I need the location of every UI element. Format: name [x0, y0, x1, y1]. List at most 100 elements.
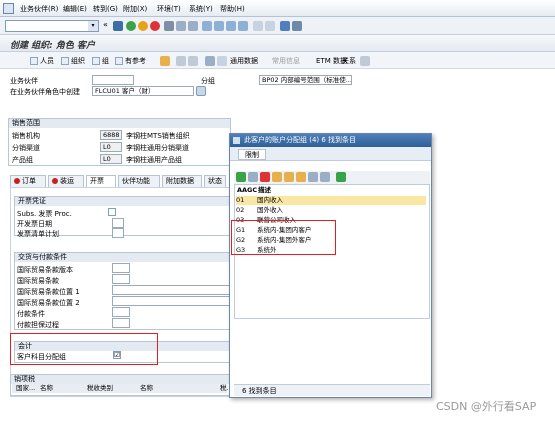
chevron-down-icon[interactable]: ▾	[88, 21, 98, 31]
col-description: 描述	[258, 186, 271, 194]
general-data-button[interactable]: 通用数据	[230, 56, 258, 66]
print-icon[interactable]	[164, 21, 174, 31]
edit-icon[interactable]	[205, 56, 215, 66]
invoice-dates-input[interactable]	[112, 218, 124, 228]
tax-col-category: 税收类别	[87, 384, 113, 392]
delivery-title: 交货与付款条件	[15, 253, 231, 262]
sales-org-desc: 李钢柱MTS销售组织	[126, 132, 190, 140]
tab-partner-functions[interactable]: 伙伴功能	[118, 175, 160, 187]
print-icon[interactable]	[308, 172, 318, 182]
organization-icon	[61, 57, 69, 65]
channel-desc: 李钢柱通用分销渠道	[126, 144, 189, 152]
incoterms-loc2-input[interactable]	[112, 296, 230, 306]
close-icon[interactable]	[260, 172, 270, 182]
subs-invoice-checkbox[interactable]	[108, 208, 116, 216]
menu-edit[interactable]: 编辑(E)	[63, 4, 87, 14]
list-item[interactable]: 02 国外收入	[236, 206, 426, 215]
find-next-icon[interactable]	[188, 21, 198, 31]
payment-terms-input[interactable]	[112, 307, 130, 317]
display-icon[interactable]	[248, 172, 258, 182]
prev-icon[interactable]	[176, 56, 186, 66]
command-field[interactable]: ▾	[5, 20, 99, 32]
page-title: 创建 组织: 角色 客户	[10, 41, 95, 51]
popup-window-icon	[233, 137, 240, 144]
personal-list-icon[interactable]	[336, 172, 346, 182]
layout-icon[interactable]	[292, 21, 302, 31]
payment-terms-label: 付款条件	[17, 310, 45, 318]
bp-input[interactable]	[92, 75, 134, 85]
popup-title: 此客户的账户分配组 (4) 6 找到条目	[230, 134, 431, 147]
find-icon[interactable]	[176, 21, 186, 31]
tab-additional-data[interactable]: 附加数据	[162, 175, 202, 187]
sort-desc-icon[interactable]	[284, 172, 294, 182]
with-reference-button[interactable]: 有参考	[115, 56, 146, 66]
highlight-box-popup	[231, 220, 336, 255]
relationships-button[interactable]: 关系	[342, 56, 356, 66]
role-label: 在业务伙伴角色中创建	[10, 88, 80, 96]
invoice-list-label: 发票清单计划	[17, 230, 59, 238]
help-icon[interactable]	[280, 21, 290, 31]
menu-extras[interactable]: 附加(X)	[123, 4, 147, 14]
popup-tab-strip: 限制	[230, 147, 431, 161]
group-select[interactable]: BP02 内部编号范围（标准使...	[259, 75, 352, 85]
export-icon[interactable]	[320, 172, 330, 182]
save-icon[interactable]	[113, 21, 123, 31]
confirm-icon[interactable]	[236, 172, 246, 182]
organization-button[interactable]: 组织	[61, 56, 85, 66]
billing-title: 开票凭证	[15, 197, 231, 206]
tab-restrictions[interactable]: 限制	[238, 149, 266, 160]
list-item[interactable]: 01 国内收入	[236, 196, 426, 205]
back-arrows-icon[interactable]: «	[103, 20, 108, 29]
cancel-icon[interactable]	[150, 21, 160, 31]
invoice-list-input[interactable]	[112, 228, 124, 238]
exit-icon[interactable]	[138, 21, 148, 31]
standard-toolbar: ▾ «	[0, 17, 555, 35]
application-toolbar: 人员 组织 组 有参考 通用数据 常用信息 ETM 数据 关系	[0, 52, 555, 69]
menu-partner[interactable]: 业务伙伴(R)	[20, 4, 58, 14]
next-icon[interactable]	[188, 56, 198, 66]
incoterms-loc1-input[interactable]	[112, 285, 230, 295]
menu-bar: 业务伙伴(R) 编辑(E) 转到(G) 附加(X) 环境(T) 系统(Y) 帮助…	[0, 0, 555, 17]
incoterms-version-input[interactable]	[112, 263, 130, 273]
group-button[interactable]: 组	[92, 56, 109, 66]
filter-icon[interactable]	[296, 172, 306, 182]
open-icon[interactable]	[160, 56, 170, 66]
group-icon	[92, 57, 100, 65]
shortcut-icon[interactable]	[265, 21, 275, 31]
more-icon[interactable]	[360, 56, 370, 66]
subs-invoice-label: Subs. 发票 Proc.	[17, 210, 72, 218]
payment-guarantee-input[interactable]	[112, 318, 130, 328]
back-icon[interactable]	[126, 21, 136, 31]
prev-page-icon[interactable]	[214, 21, 224, 31]
person-button[interactable]: 人员	[30, 56, 54, 66]
next-page-icon[interactable]	[226, 21, 236, 31]
tax-col-country: 国家...	[16, 384, 36, 392]
first-page-icon[interactable]	[202, 21, 212, 31]
tax-header-row: 国家... 名称 税收类别 名称 税...	[12, 384, 233, 393]
common-info-button[interactable]: 常用信息	[272, 56, 300, 66]
role-select[interactable]: FLCU01 客户（财）	[92, 86, 194, 96]
app-icon[interactable]	[3, 3, 14, 14]
incoterms-label: 国际贸易条款	[17, 277, 59, 285]
menu-system[interactable]: 系统(Y)	[189, 4, 213, 14]
menu-goto[interactable]: 转到(G)	[93, 4, 118, 14]
tab-status[interactable]: 状态	[204, 175, 226, 187]
last-page-icon[interactable]	[238, 21, 248, 31]
sales-org-input[interactable]: 6888	[100, 130, 122, 140]
incoterms-loc1-label: 国际贸易条款位置 1	[17, 288, 80, 296]
sort-asc-icon[interactable]	[272, 172, 282, 182]
incoterms-loc2-label: 国际贸易条款位置 2	[17, 299, 80, 307]
col-aagc: AAGC	[237, 186, 258, 194]
incoterms-input[interactable]	[112, 274, 130, 284]
tax-title: 销项税	[11, 375, 231, 384]
tab-orders[interactable]: 订单	[10, 175, 46, 187]
new-session-icon[interactable]	[253, 21, 263, 31]
tab-shipping[interactable]: 装运	[48, 175, 84, 187]
menu-help[interactable]: 帮助(H)	[220, 4, 245, 14]
division-input[interactable]: L0	[100, 154, 122, 164]
channel-input[interactable]: L0	[100, 142, 122, 152]
popup-toolbar	[234, 171, 430, 184]
menu-environment[interactable]: 环境(T)	[157, 4, 181, 14]
copy-icon[interactable]	[217, 56, 227, 66]
search-icon[interactable]	[196, 86, 206, 96]
